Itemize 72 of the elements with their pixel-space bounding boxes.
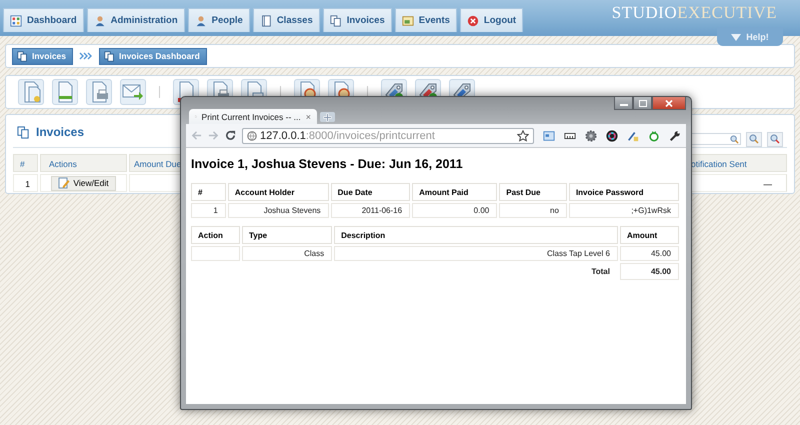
gear-icon[interactable] [585, 130, 597, 142]
table-cell: Class Tap Level 6 [334, 246, 618, 261]
table-cell: Joshua Stevens [228, 203, 329, 218]
close-tab-button[interactable]: × [306, 112, 311, 122]
calendar-icon [402, 14, 414, 26]
table-cell: 1 [191, 203, 226, 218]
table-cell: 0.00 [412, 203, 498, 218]
documents-icon [330, 14, 342, 26]
new-tab-button[interactable] [320, 112, 335, 122]
documents-icon [17, 126, 30, 138]
studio-executive-logo: STUDIOEXECUTIVE [612, 3, 777, 23]
documents-icon [17, 50, 28, 62]
plus-icon [323, 112, 332, 122]
search-icon [770, 134, 780, 144]
search-icon [749, 134, 759, 144]
column-header: Past Due [499, 183, 567, 201]
close-button[interactable] [652, 97, 686, 110]
address-bar[interactable]: 127.0.0.1:8000/invoices/printcurrent [242, 128, 534, 144]
color-wheel-icon[interactable] [606, 130, 618, 142]
column-header: Invoice Password [568, 183, 679, 201]
table-cell: Class [242, 246, 332, 261]
window-icon[interactable] [543, 130, 555, 142]
column-header: Actions [40, 154, 127, 172]
book-icon [260, 14, 272, 26]
column-header: Due Date [330, 183, 410, 201]
browser-tab[interactable]: Print Current Invoices -- ... × [189, 109, 317, 124]
maximize-icon [638, 100, 646, 106]
breadcrumb-link[interactable]: Invoices Dashboard [99, 48, 207, 64]
search-icon [730, 134, 739, 144]
total-label: Total [590, 266, 611, 278]
nav-tab[interactable]: Administration [86, 8, 185, 32]
grid-icon [10, 14, 22, 26]
star-icon[interactable] [517, 130, 529, 142]
reload-icon[interactable] [225, 130, 236, 141]
column-header: # [13, 154, 38, 172]
caret-icon [731, 34, 742, 40]
table-cell: 1 [13, 174, 38, 192]
invoice-heading: Invoice 1, Joshua Stevens - Due: Jun 16, 2011 [191, 157, 464, 171]
table-cell: 2011-06-16 [330, 203, 410, 218]
globe-icon [247, 130, 257, 140]
table-cell: no [499, 203, 567, 218]
nav-tab[interactable]: Logout [460, 8, 524, 32]
person-icon [94, 14, 106, 26]
column-header: # [191, 183, 226, 201]
column-header: Type [242, 226, 332, 244]
documents-icon [104, 50, 116, 62]
view-edit-button[interactable]: View/Edit [51, 176, 116, 190]
table-cell: ;+G)1wRsk [568, 203, 679, 218]
nav-tab[interactable]: Invoices [322, 8, 392, 32]
panel-title: Invoices [36, 125, 84, 139]
nav-tab[interactable]: People [188, 8, 250, 32]
nav-tab[interactable]: Events [394, 8, 457, 32]
wrench-icon[interactable] [669, 130, 681, 142]
clear-search-button[interactable] [767, 132, 783, 146]
person-icon [194, 14, 207, 26]
chevrons-icon [79, 52, 94, 60]
column-header: Amount [620, 226, 679, 244]
search-button[interactable] [746, 132, 762, 146]
table-cell: 45.00 [620, 246, 679, 261]
maximize-button[interactable] [633, 97, 652, 110]
total-amount: 45.00 [620, 263, 679, 280]
nav-tab[interactable]: Classes [252, 8, 320, 32]
column-header: Action [191, 226, 240, 244]
column-header: Amount Paid [412, 183, 498, 201]
close-icon [466, 14, 479, 26]
column-header: Account Holder [228, 183, 329, 201]
minimize-button[interactable] [614, 97, 633, 110]
breadcrumb-link[interactable]: Invoices [12, 48, 74, 64]
column-header: Description [334, 226, 618, 244]
nav-tab[interactable]: Dashboard [3, 8, 84, 32]
pencil-document-icon [58, 177, 70, 189]
close-icon [665, 100, 673, 106]
